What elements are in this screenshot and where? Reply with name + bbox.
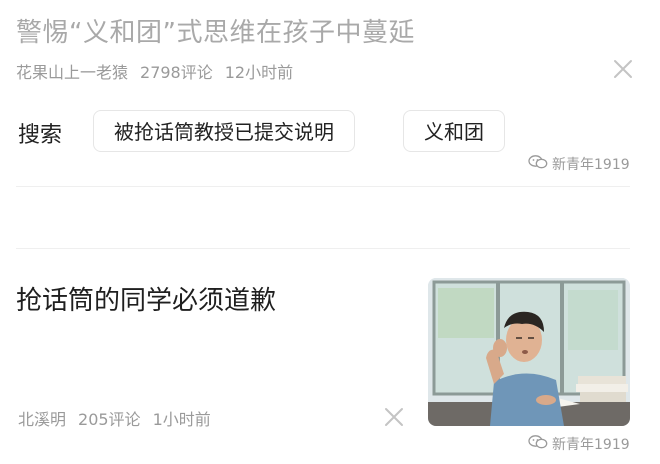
divider xyxy=(16,248,630,249)
search-chip-yihetuan[interactable]: 义和团 xyxy=(403,110,505,152)
divider xyxy=(16,186,630,187)
watermark: 新青年1919 xyxy=(528,154,630,174)
dismiss-article1-close-icon[interactable] xyxy=(612,58,634,80)
article1-meta: 花果山上一老猿 2798评论 12小时前 xyxy=(16,59,293,83)
dismiss-article2-close-icon[interactable] xyxy=(383,406,405,428)
article2-meta: 北溪明 205评论 1小时前 xyxy=(18,406,211,430)
article2-author[interactable]: 北溪明 xyxy=(18,410,66,429)
watermark-text: 新青年1919 xyxy=(552,437,630,453)
wechat-icon xyxy=(528,434,548,454)
article2-title[interactable]: 抢话筒的同学必须道歉 xyxy=(16,280,276,317)
article2-comments: 205评论 xyxy=(78,410,141,429)
watermark-text: 新青年1919 xyxy=(552,157,630,173)
wechat-icon xyxy=(528,154,548,174)
search-chip-professor[interactable]: 被抢话筒教授已提交说明 xyxy=(93,110,355,152)
article1-title[interactable]: 警惕“义和团”式思维在孩子中蔓延 xyxy=(16,12,616,49)
article2-time: 1小时前 xyxy=(152,410,211,429)
article2-thumbnail-student-photo[interactable] xyxy=(428,278,630,426)
search-label: 搜索 xyxy=(18,123,63,148)
watermark: 新青年1919 xyxy=(528,434,630,454)
article1-time: 12小时前 xyxy=(224,63,294,82)
article1-author[interactable]: 花果山上一老猿 xyxy=(16,63,128,82)
article1-comments: 2798评论 xyxy=(140,63,213,82)
